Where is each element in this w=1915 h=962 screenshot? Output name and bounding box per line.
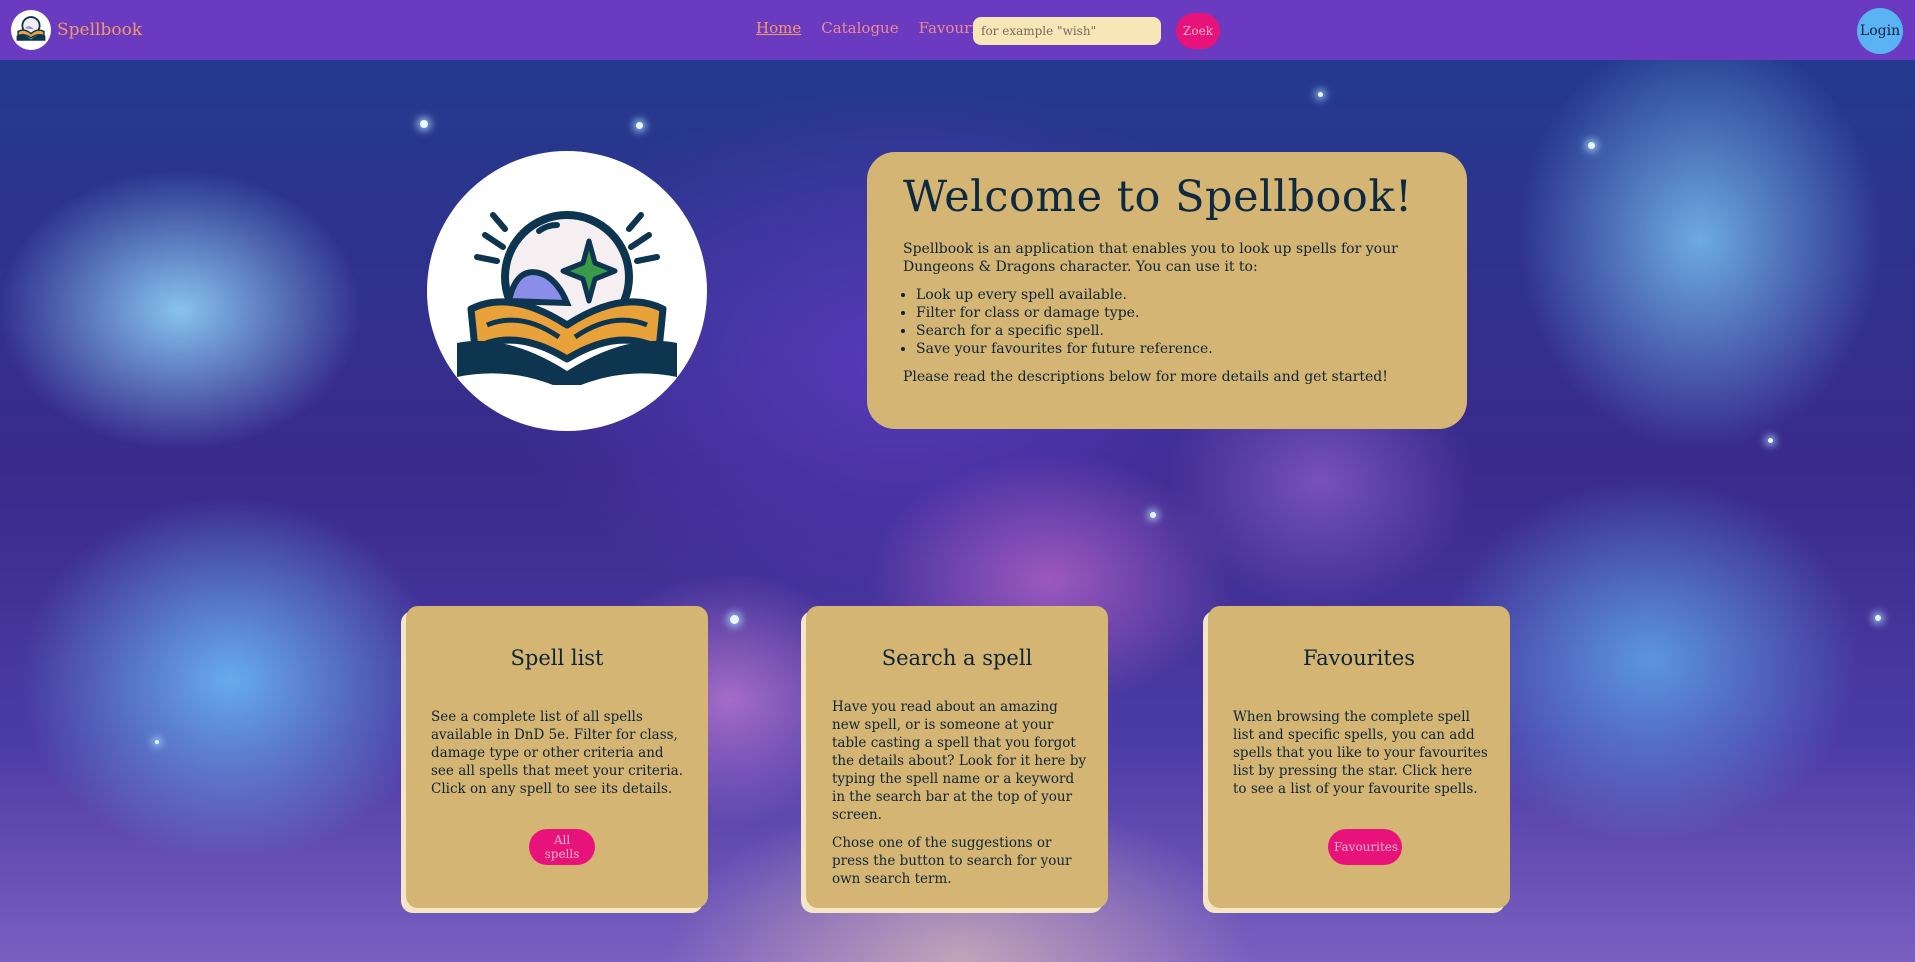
nav-link-home[interactable]: Home [756, 19, 801, 37]
card-favourites: Favourites When browsing the complete sp… [1208, 606, 1510, 908]
star-decoration [1318, 92, 1323, 97]
login-button[interactable]: Login [1857, 8, 1903, 54]
main-nav: Home Catalogue Favourites [756, 19, 999, 37]
welcome-intro: Spellbook is an application that enables… [903, 241, 1398, 275]
star-decoration [155, 740, 159, 744]
card-description: When browsing the complete spell list an… [1233, 709, 1488, 797]
nav-link-catalogue[interactable]: Catalogue [821, 19, 898, 37]
feature-list: Look up every spell available. Filter fo… [903, 286, 1439, 358]
star-decoration [1150, 512, 1156, 518]
star-decoration [1768, 438, 1773, 443]
star-decoration [1875, 615, 1881, 621]
card-description: Have you read about an amazing new spell… [832, 699, 1087, 823]
welcome-title: Welcome to Spellbook! [903, 172, 1413, 222]
welcome-outro: Please read the descriptions below for m… [903, 369, 1388, 385]
card-search-spell: Search a spell Have you read about an am… [806, 606, 1108, 908]
hero-logo [427, 151, 707, 431]
search-input[interactable] [973, 17, 1161, 45]
top-navbar: Spellbook Home Catalogue Favourites Zoek… [0, 0, 1915, 60]
card-title: Favourites [1302, 646, 1416, 670]
brand-name: Spellbook [57, 20, 143, 40]
all-spells-button[interactable]: All spells [529, 829, 595, 865]
star-decoration [636, 122, 643, 129]
star-decoration [1588, 142, 1595, 149]
card-description: See a complete list of all spells availa… [431, 709, 684, 797]
card-title: Spell list [510, 646, 604, 670]
card-description: Chose one of the suggestions or press th… [832, 835, 1072, 887]
search-button[interactable]: Zoek [1176, 13, 1220, 49]
list-item: Save your favourites for future referenc… [916, 340, 1439, 358]
spellbook-logo-icon [11, 10, 51, 50]
brand[interactable]: Spellbook [11, 10, 142, 50]
card-spell-list: Spell list See a complete list of all sp… [406, 606, 708, 908]
star-decoration [420, 120, 428, 128]
list-item: Filter for class or damage type. [916, 304, 1439, 322]
favourites-button[interactable]: Favourites [1328, 829, 1402, 865]
card-title: Search a spell [881, 646, 1033, 670]
star-decoration [730, 615, 739, 624]
list-item: Look up every spell available. [916, 286, 1439, 304]
list-item: Search for a specific spell. [916, 322, 1439, 340]
welcome-panel: Welcome to Spellbook! Spellbook is an ap… [867, 152, 1467, 429]
crystal-ball-book-icon [457, 211, 677, 385]
